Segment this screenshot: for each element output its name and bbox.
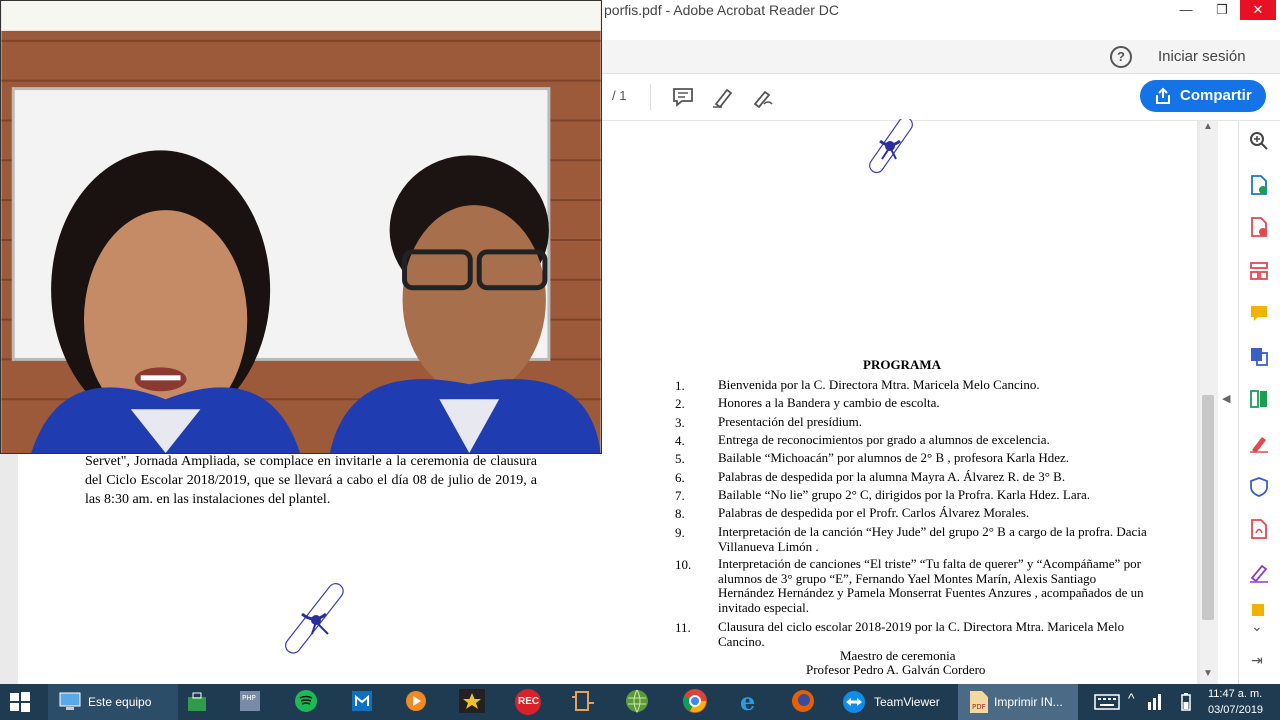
record-label: REC [518,696,540,707]
restore-button[interactable]: ❐ [1204,0,1240,20]
movie-maker-icon[interactable] [458,688,486,714]
program-item-text: Interpretación de canciones “El triste” … [718,556,1144,615]
program-item-text: Palabras de despedida por el Profr. Carl… [718,505,1030,520]
internet-explorer-icon[interactable]: e [738,688,764,714]
program-item-number: 6. [675,470,685,485]
screen-tool-icon[interactable] [570,689,596,713]
keyboard-icon[interactable] [1094,693,1120,711]
battery-icon[interactable] [1180,692,1192,712]
teamviewer-meeting-icon[interactable] [350,689,374,713]
panel-collapse-arrow-icon[interactable]: ◀ [1222,392,1230,405]
protect-shield-icon[interactable] [1248,476,1270,498]
program-title: PROGRAMA [863,357,941,372]
taskbar-this-pc[interactable]: Este equipo [48,684,178,720]
scroll-down-arrow-icon[interactable]: ▼ [1203,668,1213,679]
svg-text:e: e [740,688,755,714]
program-item-number: 11. [675,620,691,635]
comment-icon[interactable] [670,84,696,110]
network-icon[interactable] [1146,692,1164,712]
program-item-text: Honores a la Bandera y cambio de escolta… [718,395,940,410]
diploma-scroll-icon [869,119,913,174]
program-item-text: Entrega de reconocimientos por grado a a… [718,432,1050,447]
chrome-icon[interactable] [682,688,708,714]
create-pdf-icon[interactable] [1248,216,1270,238]
program-item-number: 10. [675,557,692,572]
program-item-number: 4. [675,433,685,448]
program-item-number: 8. [675,506,685,521]
signature-icon[interactable] [1248,562,1270,584]
program-item-text: Clausura del ciclo escolar 2018-2019 por… [718,619,1125,649]
program-item-number: 3. [675,415,685,430]
zoom-icon[interactable] [1248,130,1270,152]
pdf-file-icon: PDF [970,691,988,713]
program-item-number: 9. [675,525,685,540]
sign-icon[interactable] [750,84,776,110]
clock-time[interactable]: 11:47 a. m. [1208,688,1262,700]
program-item-text: Palabras de despedida por la alumna Mayr… [718,469,1066,484]
chevron-up-icon[interactable]: ^ [1128,690,1135,706]
program-item-number: 7. [675,488,685,503]
globe-icon[interactable] [624,688,650,714]
scrollbar-thumb[interactable] [1202,395,1214,620]
taskbar-teamviewer-label: TeamViewer [874,695,940,709]
media-player-icon[interactable] [404,689,428,713]
spotify-icon[interactable] [294,689,318,713]
organize-pages-icon[interactable] [1248,260,1270,282]
comment-tool-icon[interactable] [1248,303,1270,325]
firefox-icon[interactable] [790,688,816,714]
close-button[interactable]: ✕ [1240,0,1276,20]
invitation-paragraph: Servet", Jornada Ampliada, se complace e… [85,454,537,507]
svg-text:PDF: PDF [972,703,986,711]
share-label: Compartir [1180,87,1252,104]
mc-name: Profesor Pedro A. Galván Cordero [806,662,986,677]
webcam-video-overlay [0,0,602,454]
teamviewer-icon [843,691,865,713]
share-icon [1156,87,1170,104]
clock-date[interactable]: 03/07/2019 [1208,704,1263,716]
edit-pdf-icon[interactable] [1248,388,1270,410]
acrobat-pdf-icon[interactable] [1248,518,1270,540]
program-item-text: Presentación del presídium. [718,414,863,429]
scroll-up-arrow-icon[interactable]: ▲ [1203,121,1213,132]
program-item-text: Bailable “No lie” grupo 2° C, dirigidos … [718,487,1090,502]
php-designer-icon[interactable]: PHP [238,689,262,713]
svg-text:PHP: PHP [242,694,256,702]
window-title: porfis.pdf - Adobe Acrobat Reader DC [604,2,840,18]
minimize-button[interactable]: — [1168,0,1204,20]
windows-start-icon[interactable] [8,690,32,714]
program-item-text: Bailable “Michoacán” por alumnos de 2° B… [718,450,1070,465]
chevron-down-icon[interactable]: ⌄ [1251,618,1263,635]
expand-panel-icon[interactable]: ⇥ [1251,652,1263,669]
help-icon[interactable]: ? [1110,46,1132,68]
program-item-text: Bienvenida por la C. Directora Mtra. Mar… [718,377,1040,392]
store-icon[interactable] [186,691,208,713]
highlight-pen-icon[interactable] [710,84,736,110]
computer-icon [59,692,81,710]
program-item-number: 1. [675,378,685,393]
taskbar-acrobat[interactable]: PDF Imprimir IN... [958,684,1078,720]
page-count: / 1 [612,88,627,103]
combine-files-icon[interactable] [1248,345,1270,367]
taskbar-this-pc-label: Este equipo [88,695,152,709]
signin-link[interactable]: Iniciar sesión [1158,48,1246,65]
taskbar-acrobat-label: Imprimir IN... [994,695,1063,709]
diploma-scroll-icon [285,583,344,654]
more-tools-icon[interactable] [1248,602,1270,616]
export-pdf-icon[interactable] [1248,174,1270,196]
program-item-text: Interpretación de la canción “Hey Jude” … [718,524,1147,554]
program-item-number: 2. [675,396,685,411]
fill-sign-icon[interactable] [1248,432,1270,454]
program-item-number: 5. [675,451,685,466]
taskbar-teamviewer[interactable]: TeamViewer [838,684,952,720]
share-button[interactable]: Compartir [1140,80,1266,112]
toolbar-separator [650,84,651,110]
